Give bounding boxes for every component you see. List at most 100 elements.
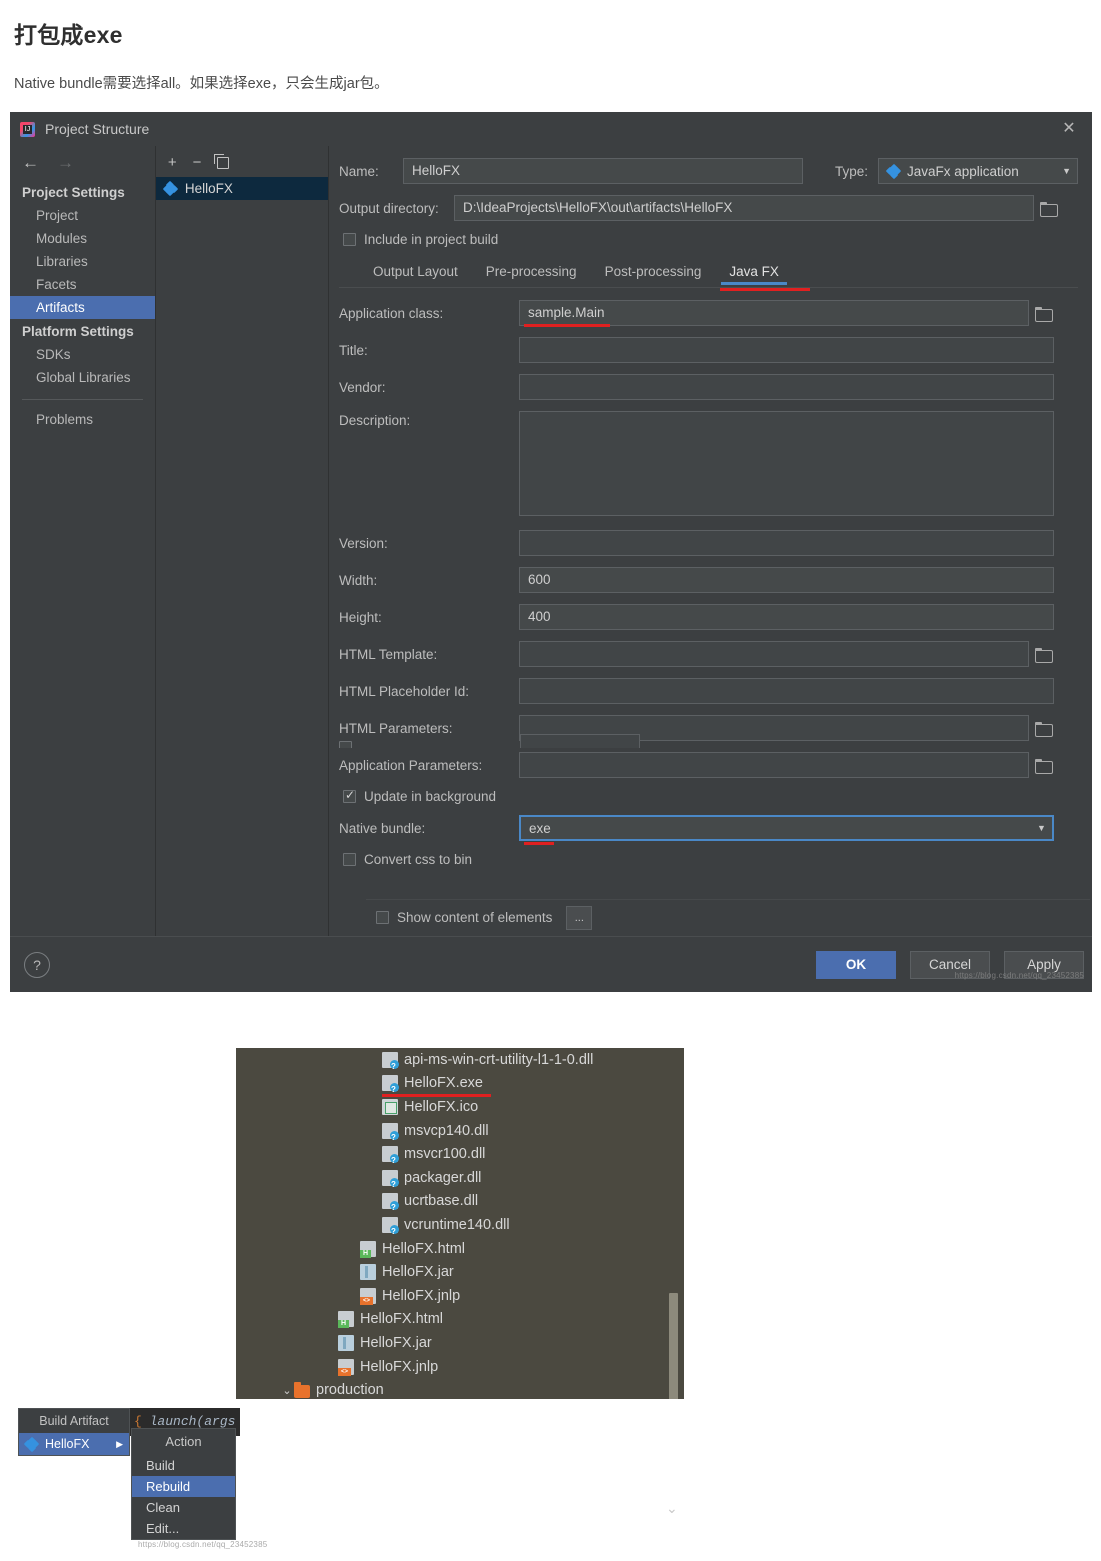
tree-row[interactable]: HelloFX.exe	[236, 1072, 684, 1098]
name-row: Name: HelloFX Type: JavaFx application ▼	[339, 158, 1078, 184]
clipped-label	[360, 740, 520, 749]
title-input[interactable]	[518, 337, 1054, 363]
code-brace: {	[134, 1414, 150, 1429]
add-artifact-button[interactable]: +	[168, 155, 177, 170]
group-project-settings: Project Settings	[22, 185, 125, 200]
dialog-action-buttons: OK Cancel Apply	[816, 950, 1084, 979]
dialog-footer: ? OK Cancel Apply https://blog.csdn.net/…	[10, 936, 1092, 992]
group-platform-settings: Platform Settings	[22, 324, 134, 339]
tree-row[interactable]: HelloFX.html	[236, 1308, 684, 1332]
apply-button[interactable]: Apply	[1004, 950, 1084, 979]
sidebar-item-libraries[interactable]: Libraries	[10, 250, 155, 273]
tree-row[interactable]: HelloFX.ico	[236, 1095, 684, 1119]
tree-row-label: msvcr100.dll	[404, 1146, 486, 1163]
tab-java-fx[interactable]: Java FX	[715, 258, 793, 287]
close-icon[interactable]: ✕	[1060, 121, 1078, 139]
application-parameters-label: Application Parameters:	[338, 757, 483, 773]
sidebar-item-problems[interactable]: Problems	[10, 408, 155, 431]
tree-row[interactable]: msvcp140.dll	[236, 1119, 684, 1143]
tree-row[interactable]: HelloFX.jar	[236, 1331, 684, 1355]
application-class-input[interactable]: sample.Main	[518, 300, 1029, 326]
sidebar-item-facets[interactable]: Facets	[10, 273, 155, 296]
height-label: Height:	[338, 609, 382, 625]
action-menu-header: Action	[165, 1434, 202, 1449]
clipped-checkbox[interactable]	[338, 740, 352, 748]
code-snippet-text: launch(args	[149, 1414, 236, 1429]
name-input[interactable]: HelloFX	[402, 158, 803, 184]
html-placeholder-id-label: HTML Placeholder Id:	[338, 683, 470, 699]
tree-row[interactable]: msvcr100.dll	[236, 1142, 684, 1166]
nav-arrows: ← →	[10, 150, 155, 180]
build-artifact-menu-header: Build Artifact	[39, 1414, 109, 1428]
tree-row[interactable]: vcruntime140.dll	[236, 1213, 684, 1237]
action-menu-item-rebuild[interactable]: Rebuild	[132, 1476, 235, 1497]
include-in-project-build-checkbox[interactable]	[342, 233, 356, 246]
tab-post-processing[interactable]: Post-processing	[591, 258, 716, 287]
tree-row[interactable]: HelloFX.html	[236, 1237, 684, 1261]
forward-arrow-icon[interactable]: →	[57, 154, 74, 171]
sidebar-item-global-libraries[interactable]: Global Libraries	[10, 366, 155, 389]
application-parameters-row: Application Parameters:	[339, 752, 1078, 778]
ellipsis-button[interactable]: ...	[566, 905, 593, 930]
browse-application-class-icon[interactable]	[1034, 306, 1053, 322]
update-in-background-checkbox[interactable]	[342, 788, 356, 803]
tab-output-layout[interactable]: Output Layout	[359, 258, 472, 287]
output-directory-input[interactable]: D:\IdeaProjects\HelloFX\out\artifacts\He…	[453, 195, 1034, 221]
browse-html-template-icon[interactable]	[1034, 647, 1053, 663]
artifacts-toolbar: + −	[156, 146, 328, 177]
tree-row[interactable]: HelloFX.jnlp	[236, 1355, 684, 1379]
tab-pre-processing[interactable]: Pre-processing	[472, 258, 591, 287]
sidebar-item-sdks[interactable]: SDKs	[10, 343, 155, 366]
cancel-button[interactable]: Cancel	[910, 950, 990, 979]
width-input[interactable]: 600	[518, 567, 1054, 593]
show-content-of-elements-row: Show content of elements ...	[366, 899, 1090, 935]
tree-row[interactable]: packager.dll	[236, 1166, 684, 1190]
type-select[interactable]: JavaFx application ▼	[878, 158, 1078, 184]
chevron-down-icon-editor[interactable]: ⌄	[666, 1500, 678, 1517]
description-textarea[interactable]	[518, 411, 1054, 516]
sidebar-item-project[interactable]: Project	[10, 204, 155, 227]
convert-css-to-bin-label: Convert css to bin	[363, 852, 473, 867]
build-artifact-menu-item-hellofx[interactable]: HelloFX ▶	[19, 1433, 129, 1455]
width-label: Width:	[338, 572, 378, 588]
tree-row[interactable]: ucrtbase.dll	[236, 1190, 684, 1214]
ok-button[interactable]: OK	[816, 950, 896, 979]
artifact-list-item[interactable]: HelloFX	[155, 177, 328, 200]
tree-expand-chevron-icon[interactable]: ⌄	[280, 1384, 294, 1397]
browse-application-parameters-icon[interactable]	[1034, 758, 1053, 774]
show-content-of-elements-checkbox[interactable]	[376, 911, 389, 924]
action-menu-item-clean[interactable]: Clean	[132, 1497, 235, 1518]
native-bundle-select[interactable]: exe ▼	[518, 815, 1054, 841]
copy-artifact-icon[interactable]	[214, 153, 230, 169]
sidebar-item-artifacts[interactable]: Artifacts	[10, 296, 155, 319]
artifact-settings-panel: Name: HelloFX Type: JavaFx application ▼…	[328, 146, 1092, 956]
sidebar-item-modules[interactable]: Modules	[10, 227, 155, 250]
html-template-input[interactable]	[518, 641, 1029, 667]
javafx-artifact-icon	[162, 180, 179, 197]
dll-file-icon	[382, 1146, 399, 1165]
title-row: Title:	[339, 337, 1078, 363]
tree-row[interactable]: api-ms-win-crt-utility-l1-1-0.dll	[236, 1048, 684, 1072]
action-menu-item-build[interactable]: Build	[132, 1455, 235, 1476]
clipped-input[interactable]	[519, 734, 640, 748]
browse-html-parameters-icon[interactable]	[1034, 721, 1053, 737]
help-button[interactable]: ?	[24, 951, 50, 978]
tree-row-label: HelloFX.html	[360, 1311, 443, 1328]
description-row: Description:	[339, 411, 1078, 516]
vendor-input[interactable]	[518, 374, 1054, 400]
application-parameters-input[interactable]	[518, 752, 1029, 778]
browse-folder-icon[interactable]	[1039, 201, 1058, 217]
native-bundle-value: exe	[528, 820, 551, 836]
tree-row[interactable]: HelloFX.jnlp	[236, 1284, 684, 1308]
tree-row[interactable]: HelloFX.jar	[236, 1260, 684, 1284]
tree-row-label: api-ms-win-crt-utility-l1-1-0.dll	[404, 1051, 594, 1068]
tabs-divider	[338, 287, 1078, 288]
action-menu-item-edit[interactable]: Edit...	[132, 1518, 235, 1539]
back-arrow-icon[interactable]: ←	[22, 154, 39, 171]
html-placeholder-id-input[interactable]	[518, 678, 1054, 704]
remove-artifact-button[interactable]: −	[193, 155, 202, 170]
height-input[interactable]: 400	[518, 604, 1054, 630]
version-input[interactable]	[518, 530, 1054, 556]
article-paragraph: Native bundle需要选择all。如果选择exe，只会生成jar包。	[14, 76, 389, 92]
convert-css-to-bin-checkbox[interactable]	[342, 853, 356, 866]
